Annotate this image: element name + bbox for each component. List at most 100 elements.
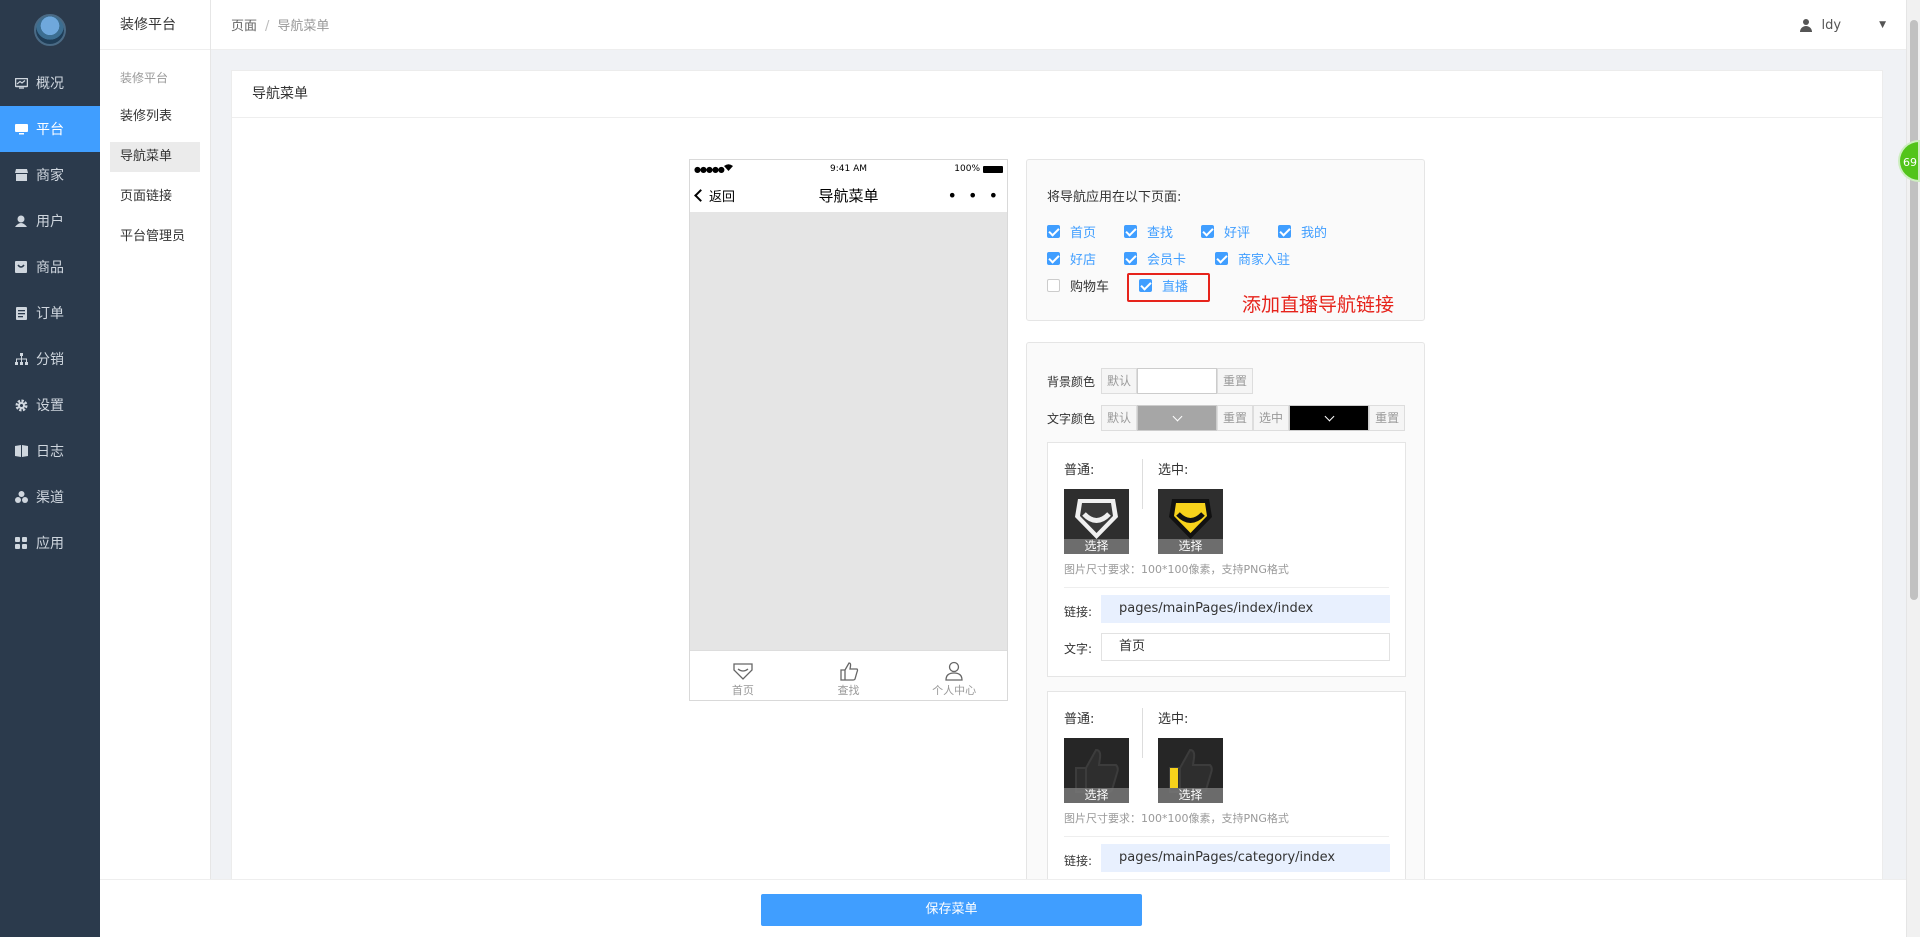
chevron-down-icon bbox=[1324, 411, 1335, 421]
divider bbox=[1142, 708, 1143, 758]
phone-tab-search[interactable]: 查找 bbox=[796, 651, 902, 700]
more-icon[interactable]: • • • bbox=[948, 186, 1001, 205]
user-icon bbox=[14, 214, 28, 228]
breadcrumb-root[interactable]: 页面 bbox=[231, 19, 257, 34]
floating-badge[interactable]: 69 bbox=[1898, 140, 1920, 182]
main-sidebar: 概况 平台 商家 用户 商品 订单 分销 设置 日志 渠道 应用 bbox=[0, 0, 100, 937]
checkbox-box bbox=[1047, 279, 1060, 292]
top-bar: 页面 / 导航菜单 ldy ▼ bbox=[211, 0, 1906, 50]
checkbox-reviews[interactable]: 好评 bbox=[1201, 222, 1250, 241]
checkbox-label: 首页 bbox=[1070, 226, 1097, 241]
product-icon bbox=[14, 260, 28, 274]
chevron-left-icon bbox=[694, 188, 707, 202]
monitor-icon bbox=[14, 122, 28, 136]
sub-item-page-links[interactable]: 页面链接 bbox=[110, 182, 200, 212]
apps-icon bbox=[14, 536, 28, 550]
text-selected-color-swatch[interactable] bbox=[1289, 405, 1370, 431]
pick-image-button[interactable]: 选择 bbox=[1158, 539, 1223, 554]
sidebar-item-label: 分销 bbox=[36, 352, 64, 368]
breadcrumb-current: 导航菜单 bbox=[277, 19, 330, 34]
phone-tab-home[interactable]: 首页 bbox=[690, 651, 796, 700]
checkbox-label: 查找 bbox=[1147, 226, 1174, 241]
sub-item-nav-menu[interactable]: 导航菜单 bbox=[110, 142, 200, 172]
sidebar-item-label: 用户 bbox=[36, 214, 64, 230]
save-menu-button[interactable]: 保存菜单 bbox=[761, 894, 1142, 926]
phone-time: 9:41 AM bbox=[830, 164, 867, 174]
checkbox-label: 商家入驻 bbox=[1238, 253, 1291, 268]
card-title: 导航菜单 bbox=[232, 71, 1882, 118]
annotation-text: 添加直播导航链接 bbox=[1242, 294, 1395, 316]
normal-icon-image: 选择 bbox=[1064, 489, 1129, 554]
sidebar-item-user[interactable]: 用户 bbox=[0, 198, 100, 244]
bg-default-button[interactable]: 默认 bbox=[1101, 368, 1138, 394]
checkbox-mine[interactable]: 我的 bbox=[1278, 222, 1327, 241]
text-normal-color-swatch[interactable] bbox=[1137, 405, 1218, 431]
user-menu[interactable]: ldy ▼ bbox=[1799, 0, 1886, 50]
checkbox-label: 我的 bbox=[1301, 226, 1328, 241]
sidebar-item-merchant[interactable]: 商家 bbox=[0, 152, 100, 198]
sidebar-item-apps[interactable]: 应用 bbox=[0, 520, 100, 566]
phone-tab-label: 首页 bbox=[731, 684, 754, 697]
sidebar-item-platform[interactable]: 平台 bbox=[0, 106, 100, 152]
sub-item-platform-admin[interactable]: 平台管理员 bbox=[110, 222, 200, 252]
checkbox-box bbox=[1124, 225, 1137, 238]
sidebar-item-label: 应用 bbox=[36, 536, 64, 552]
phone-status-bar: ●●●●● 9:41 AM 100% bbox=[690, 160, 1007, 178]
selected-label: 选中: bbox=[1158, 463, 1189, 478]
sidebar-item-overview[interactable]: 概况 bbox=[0, 60, 100, 106]
log-icon bbox=[14, 444, 28, 458]
apply-pages-label: 将导航应用在以下页面: bbox=[1047, 190, 1182, 205]
thumbs-up-icon bbox=[839, 662, 858, 681]
checkbox-home[interactable]: 首页 bbox=[1047, 222, 1096, 241]
checkbox-box bbox=[1215, 252, 1228, 265]
scrollbar-thumb[interactable] bbox=[1910, 20, 1918, 600]
text-normal-reset-button[interactable]: 重置 bbox=[1217, 405, 1254, 431]
checkbox-good-store[interactable]: 好店 bbox=[1047, 249, 1096, 268]
text-field[interactable]: 首页 bbox=[1101, 633, 1390, 661]
sidebar-item-order[interactable]: 订单 bbox=[0, 290, 100, 336]
sidebar-item-settings[interactable]: 设置 bbox=[0, 382, 100, 428]
pick-image-button[interactable]: 选择 bbox=[1064, 788, 1129, 803]
breadcrumb-separator: / bbox=[265, 19, 270, 34]
checkbox-box bbox=[1047, 225, 1060, 238]
checkbox-label: 好店 bbox=[1070, 253, 1097, 268]
pick-image-button[interactable]: 选择 bbox=[1064, 539, 1129, 554]
sidebar-item-log[interactable]: 日志 bbox=[0, 428, 100, 474]
distribution-icon bbox=[14, 352, 28, 366]
channel-icon bbox=[14, 490, 28, 504]
sidebar-item-label: 概况 bbox=[36, 76, 64, 92]
bg-color-swatch[interactable] bbox=[1137, 368, 1218, 394]
phone-back-button[interactable]: 返回 bbox=[694, 186, 735, 205]
checkbox-merchant-join[interactable]: 商家入驻 bbox=[1215, 249, 1290, 268]
breadcrumb: 页面 / 导航菜单 bbox=[231, 15, 329, 34]
dashboard-icon bbox=[14, 76, 28, 90]
nav-style-panel: 背景颜色 默认 重置 文字颜色 默认 重置 选中 重置 普通: 选中: 选择 选… bbox=[1026, 342, 1425, 882]
sidebar-item-distribution[interactable]: 分销 bbox=[0, 336, 100, 382]
phone-nav-bar: 返回 导航菜单 • • • bbox=[690, 178, 1007, 212]
pick-image-button[interactable]: 选择 bbox=[1158, 788, 1223, 803]
checkbox-member-card[interactable]: 会员卡 bbox=[1124, 249, 1186, 268]
link-field[interactable]: pages/mainPages/index/index bbox=[1101, 595, 1390, 623]
live-highlight-box bbox=[1127, 273, 1210, 302]
sidebar-item-channel[interactable]: 渠道 bbox=[0, 474, 100, 520]
normal-label: 普通: bbox=[1064, 712, 1095, 727]
divider bbox=[1064, 836, 1389, 837]
logo-image bbox=[34, 14, 66, 46]
checkbox-search[interactable]: 查找 bbox=[1124, 222, 1173, 241]
sidebar-item-label: 设置 bbox=[36, 398, 64, 414]
text-default-button[interactable]: 默认 bbox=[1101, 405, 1138, 431]
secondary-sidebar-group: 装修平台 bbox=[120, 71, 169, 85]
divider bbox=[1142, 459, 1143, 509]
sidebar-item-product[interactable]: 商品 bbox=[0, 244, 100, 290]
chevron-down-icon bbox=[1172, 411, 1182, 421]
checkbox-box bbox=[1124, 252, 1137, 265]
order-icon bbox=[14, 306, 28, 320]
checkbox-cart[interactable]: 购物车 bbox=[1047, 276, 1109, 295]
sub-item-decor-list[interactable]: 装修列表 bbox=[110, 102, 200, 132]
phone-tab-profile[interactable]: 个人中心 bbox=[901, 651, 1007, 700]
link-field[interactable]: pages/mainPages/category/index bbox=[1101, 844, 1390, 872]
phone-tab-bar: 首页 查找 个人中心 bbox=[690, 650, 1007, 700]
text-selected-reset-button[interactable]: 重置 bbox=[1369, 405, 1406, 431]
bg-reset-button[interactable]: 重置 bbox=[1217, 368, 1254, 394]
logo[interactable] bbox=[0, 0, 100, 60]
